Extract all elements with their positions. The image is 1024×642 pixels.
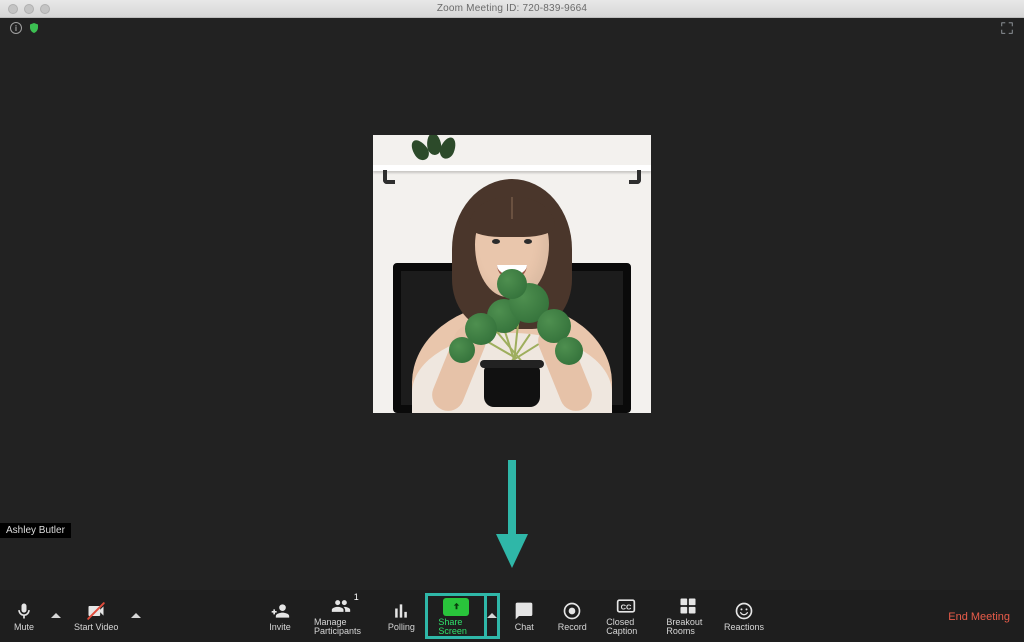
polling-button[interactable]: Polling [377,590,425,642]
person-illustration [407,173,617,413]
encryption-shield-icon[interactable] [28,22,40,34]
enter-fullscreen-icon[interactable] [1000,21,1014,35]
audio-options-caret[interactable] [48,590,64,642]
record-label: Record [558,623,587,632]
breakout-rooms-icon [678,596,698,616]
invite-label: Invite [269,623,291,632]
record-button[interactable]: Record [548,590,596,642]
meeting-topbar: i [0,18,1024,38]
start-video-button[interactable]: Start Video [64,590,128,642]
background-plant-icon [413,135,463,165]
start-video-label: Start Video [74,623,118,632]
manage-participants-button[interactable]: 1 Manage Participants [304,590,377,642]
window-title: Zoom Meeting ID: 720-839-9664 [0,3,1024,14]
participants-icon: 1 [331,596,351,616]
closed-caption-icon: CC [616,596,636,616]
closed-caption-label: Closed Caption [606,618,646,636]
manage-participants-label: Manage Participants [314,618,367,636]
background-shelf [373,165,651,171]
share-screen-icon [443,598,469,616]
reactions-label: Reactions [724,623,764,632]
closed-caption-button[interactable]: CC Closed Caption [596,590,656,642]
share-options-caret[interactable] [487,593,500,639]
video-options-caret[interactable] [128,590,144,642]
share-screen-label: Share Screen [438,618,474,636]
chat-label: Chat [515,623,534,632]
held-plant-icon [437,257,587,407]
participant-name-tag: Ashley Butler [0,523,71,538]
mac-titlebar: Zoom Meeting ID: 720-839-9664 [0,0,1024,18]
chat-icon [514,601,534,621]
participants-count-badge: 1 [354,593,359,602]
invite-button[interactable]: Invite [256,590,304,642]
share-screen-button[interactable]: Share Screen [425,593,487,639]
reactions-icon [734,601,754,621]
polling-icon [391,601,411,621]
mute-label: Mute [14,623,34,632]
video-area: Ashley Butler [0,38,1024,590]
breakout-rooms-label: Breakout Rooms [666,618,710,636]
svg-text:CC: CC [621,602,632,611]
chat-button[interactable]: Chat [500,590,548,642]
breakout-rooms-button[interactable]: Breakout Rooms [656,590,720,642]
meeting-toolbar: Mute Start Video Invite 1 [0,590,1024,642]
invite-icon [270,601,290,621]
end-meeting-button[interactable]: End Meeting [948,611,1010,623]
mute-button[interactable]: Mute [0,590,48,642]
reactions-button[interactable]: Reactions [720,590,768,642]
polling-label: Polling [388,623,415,632]
microphone-icon [14,601,34,621]
participant-video-tile[interactable] [373,135,651,413]
record-icon [562,601,582,621]
meeting-info-icon[interactable]: i [10,22,22,34]
annotation-arrow-icon [492,460,532,570]
video-camera-off-icon [86,601,106,621]
